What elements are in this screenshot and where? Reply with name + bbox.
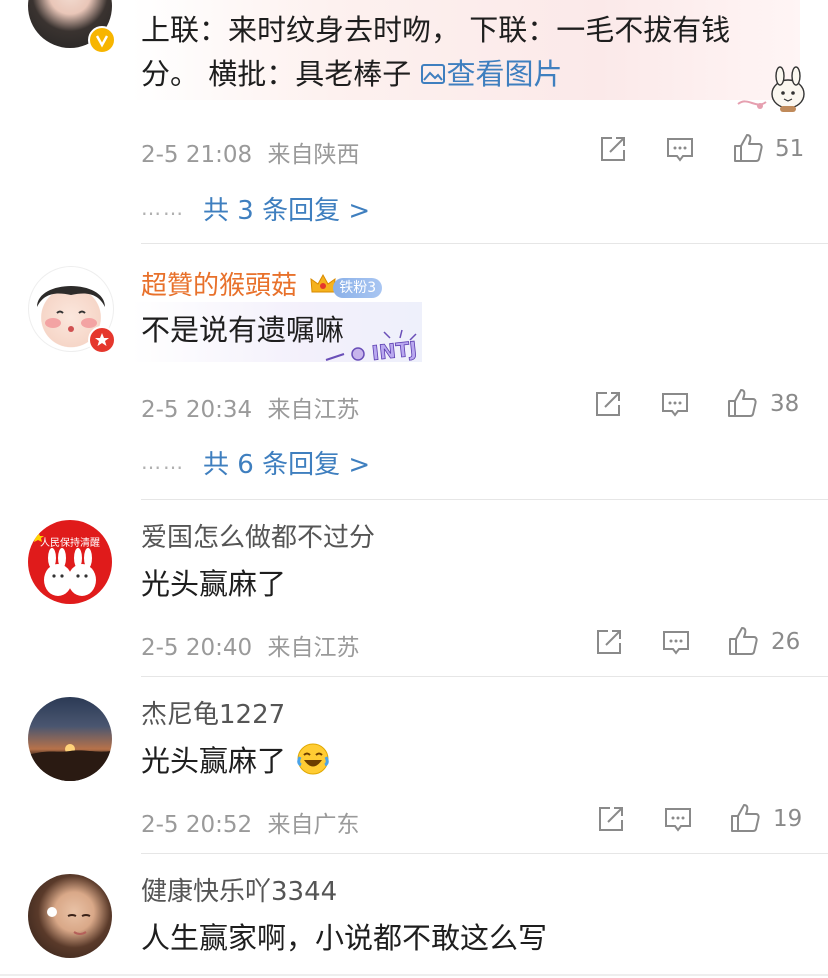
like-button[interactable]: [729, 802, 761, 838]
bunny-sticker-icon: [737, 66, 805, 112]
comment-4: 杰尼龟1227 光头赢麻了 2-5 20:52 来自广东 19: [0, 677, 828, 854]
like-count: 51: [775, 136, 805, 162]
share-button[interactable]: [594, 627, 624, 661]
replies-count: 共 3 条回复 >: [203, 196, 371, 226]
comment-location: 来自江苏: [267, 635, 360, 661]
like-button[interactable]: [727, 625, 759, 661]
comment-date: 2-5 20:52: [141, 812, 253, 838]
avatar[interactable]: [28, 874, 112, 958]
replies-link[interactable]: …… 共 6 条回复 >: [141, 444, 370, 481]
comment-text: 不是说有遗嘱嘛: [141, 313, 345, 347]
comment-button[interactable]: [661, 627, 691, 661]
thumbs-up-icon: [729, 627, 758, 655]
star-badge-icon: [88, 326, 116, 354]
intj-sticker-icon: INTJ: [325, 329, 419, 365]
comment-date: 2-5 21:08: [141, 142, 253, 168]
avatar[interactable]: [28, 697, 112, 781]
comment-button[interactable]: [660, 389, 690, 423]
comment-meta: 2-5 20:40 来自江苏: [141, 628, 359, 662]
comment-location: 来自陕西: [267, 142, 360, 168]
like-button[interactable]: [732, 132, 764, 168]
comment-text-line2: 分。 横批：具老棒子 查看图片: [141, 57, 563, 91]
share-button[interactable]: [598, 134, 628, 168]
replies-dots: ……: [141, 196, 185, 220]
image-icon: [421, 64, 446, 84]
comment-icon: [662, 393, 688, 417]
view-image-link[interactable]: 查看图片: [420, 57, 562, 91]
like-button[interactable]: [726, 387, 758, 423]
comment-location: 来自江苏: [267, 397, 360, 423]
like-count: 26: [771, 629, 801, 655]
avatar[interactable]: 人民保持清醒: [28, 520, 112, 604]
share-icon: [597, 630, 621, 654]
share-button[interactable]: [596, 804, 626, 838]
username[interactable]: 爱国怎么做都不过分: [141, 522, 375, 554]
comment-meta: 2-5 21:08 来自陕西: [141, 135, 359, 169]
fan-badge: 铁粉3: [309, 268, 383, 300]
username[interactable]: 健康快乐吖3344: [141, 876, 337, 908]
username[interactable]: 超贊的猴頭菇 铁粉3: [141, 268, 383, 302]
comment-button[interactable]: [665, 134, 695, 168]
comment-meta: 2-5 20:34 来自江苏: [141, 390, 359, 424]
avatar-text: 人民保持清醒: [40, 536, 100, 549]
replies-dots: ……: [141, 450, 185, 474]
like-count: 19: [773, 806, 803, 832]
thumbs-up-icon: [734, 134, 763, 162]
share-icon: [601, 137, 625, 161]
replies-count: 共 6 条回复 >: [203, 450, 371, 480]
svg-text:INTJ: INTJ: [371, 336, 419, 365]
like-count: 38: [770, 391, 800, 417]
thumbs-up-icon: [731, 804, 760, 832]
comment-location: 来自广东: [267, 812, 360, 838]
comment-icon: [663, 631, 689, 655]
divider: [0, 974, 828, 976]
comment-5: 健康快乐吖3344 人生赢家啊，小说都不敢这么写: [0, 854, 828, 978]
comment-meta: 2-5 20:52 来自广东: [141, 805, 359, 839]
comment-text: 人生赢家啊，小说都不敢这么写: [141, 921, 548, 955]
share-button[interactable]: [593, 389, 623, 423]
comment-3: 人民保持清醒 爱国怎么做都不过分 光头赢麻了 2-5 20:40 来自江苏 26: [0, 500, 828, 677]
comment-2: 超贊的猴頭菇 铁粉3 不是说有遗嘱嘛 INTJ 2-5 20:34 来自江苏 3…: [0, 244, 828, 500]
comment-text: 光头赢麻了: [141, 567, 287, 601]
comment-date: 2-5 20:40: [141, 635, 253, 661]
replies-link[interactable]: …… 共 3 条回复 >: [141, 190, 370, 227]
comment-button[interactable]: [663, 804, 693, 838]
comment-icon: [667, 138, 693, 162]
comment-icon: [665, 808, 691, 832]
comment-date: 2-5 20:34: [141, 397, 253, 423]
share-icon: [596, 392, 620, 416]
verified-badge-icon: [88, 26, 116, 54]
comment-text: 光头赢麻了: [141, 741, 331, 781]
username[interactable]: 杰尼龟1227: [141, 699, 285, 731]
comment-text: 上联：来时纹身去时吻， 下联：一毛不拔有钱: [141, 13, 731, 47]
laughing-crying-emoji-icon: [297, 743, 329, 775]
comment-1: 上联：来时纹身去时吻， 下联：一毛不拔有钱 分。 横批：具老棒子 查看图片 2-…: [0, 0, 828, 244]
share-icon: [599, 807, 623, 831]
thumbs-up-icon: [728, 389, 757, 417]
